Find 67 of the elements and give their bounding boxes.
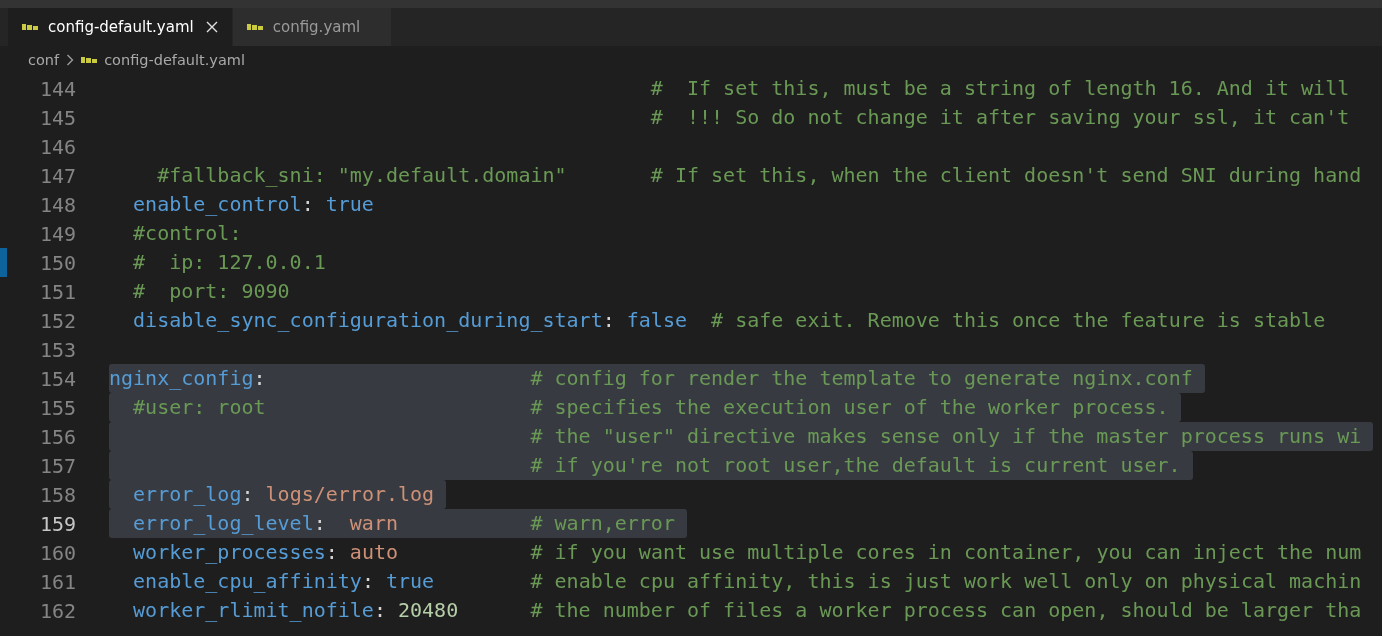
code-comment: # warn,error [530, 511, 675, 535]
line-number: 152 [38, 308, 76, 333]
line-number: 155 [38, 395, 76, 420]
yaml-file-icon [81, 56, 98, 64]
yaml-key: error_log_level [109, 511, 314, 535]
line-number: 160 [38, 540, 76, 565]
yaml-key: worker_rlimit_nofile [109, 598, 374, 622]
file-tab[interactable]: config-default.yaml [8, 8, 233, 46]
code-comment: # if you want use multiple cores in container, you can inject the num [530, 540, 1362, 564]
yaml-key: disable_sync_configuration_during_start [109, 308, 603, 332]
yaml-colon: : [301, 192, 315, 216]
code-comment: # safe exit. Remove this once the feature is stable [710, 308, 1326, 332]
code-comment: #user: root # specifies the execution user of the worker process. [132, 395, 1169, 419]
line-number: 161 [38, 569, 76, 594]
yaml-colon: : [253, 366, 267, 390]
yaml-colon: : [373, 598, 387, 622]
code-comment: # ip: 127.0.0.1 [132, 250, 326, 274]
yaml-colon: : [313, 511, 327, 535]
yaml-key: enable_cpu_affinity [109, 569, 362, 593]
line-number: 151 [38, 279, 76, 304]
yaml-value: warn [349, 511, 399, 535]
code-comment: # config for render the template to generate nginx.conf [530, 366, 1193, 390]
line-number: 153 [38, 337, 76, 362]
yaml-key: error_log [109, 482, 242, 506]
yaml-value: auto [349, 540, 399, 564]
yaml-colon: : [241, 482, 255, 506]
yaml-key: worker_processes [109, 540, 326, 564]
yaml-boolean: true [385, 569, 436, 593]
yaml-boolean: false [626, 308, 687, 332]
breadcrumb-file[interactable]: config-default.yaml [104, 52, 245, 68]
line-number: 154 [38, 366, 76, 391]
breadcrumb-folder[interactable]: conf [28, 52, 60, 68]
close-icon[interactable] [205, 21, 218, 33]
chevron-icon [66, 54, 75, 66]
line-number: 157 [38, 453, 76, 478]
line-number: 147 [38, 163, 76, 188]
code-comment: # !!! So do not change it after saving your ssl, it can't [649, 105, 1350, 129]
code-comment: # port: 9090 [132, 279, 290, 303]
code-comment: # enable cpu affinity, this is just work well only on physical machin [530, 569, 1362, 593]
yaml-file-icon [22, 23, 38, 31]
yaml-value: logs/error.log [265, 482, 435, 506]
yaml-boolean: true [325, 192, 374, 216]
line-number: 149 [38, 221, 76, 246]
line-number: 148 [38, 192, 76, 217]
yaml-file-icon [246, 23, 263, 31]
yaml-number: 20480 [398, 598, 460, 622]
code-comment: # If set this, must be a string of length 16. And it will [649, 76, 1350, 100]
line-number: 162 [38, 598, 76, 623]
line-number: 146 [38, 134, 76, 159]
change-marker [0, 248, 7, 277]
code-comment: # the number of files a worker process can open, should be larger tha [530, 598, 1362, 622]
line-number: 145 [38, 105, 76, 130]
line-number: 150 [38, 250, 76, 275]
code-comment: # the "user" directive makes sense only if the master process runs wi [529, 424, 1362, 448]
yaml-colon: : [602, 308, 616, 332]
code-comment: #control: [132, 221, 242, 245]
code-comment: # if you're not root user,the default is current user. [529, 453, 1181, 477]
yaml-colon: : [325, 540, 339, 564]
line-number: 144 [38, 76, 76, 101]
code-comment: #fallback_sni: "my.default.domain" # If set this, when the client doesn't send SNI during hand [156, 163, 1362, 187]
line-number: 159 [38, 511, 76, 536]
file-tab[interactable]: config.yaml [232, 8, 392, 46]
line-number: 156 [38, 424, 76, 449]
line-number: 158 [38, 482, 76, 507]
yaml-key: nginx_config [109, 366, 254, 390]
yaml-colon: : [361, 569, 375, 593]
yaml-key: enable_control [109, 192, 302, 216]
